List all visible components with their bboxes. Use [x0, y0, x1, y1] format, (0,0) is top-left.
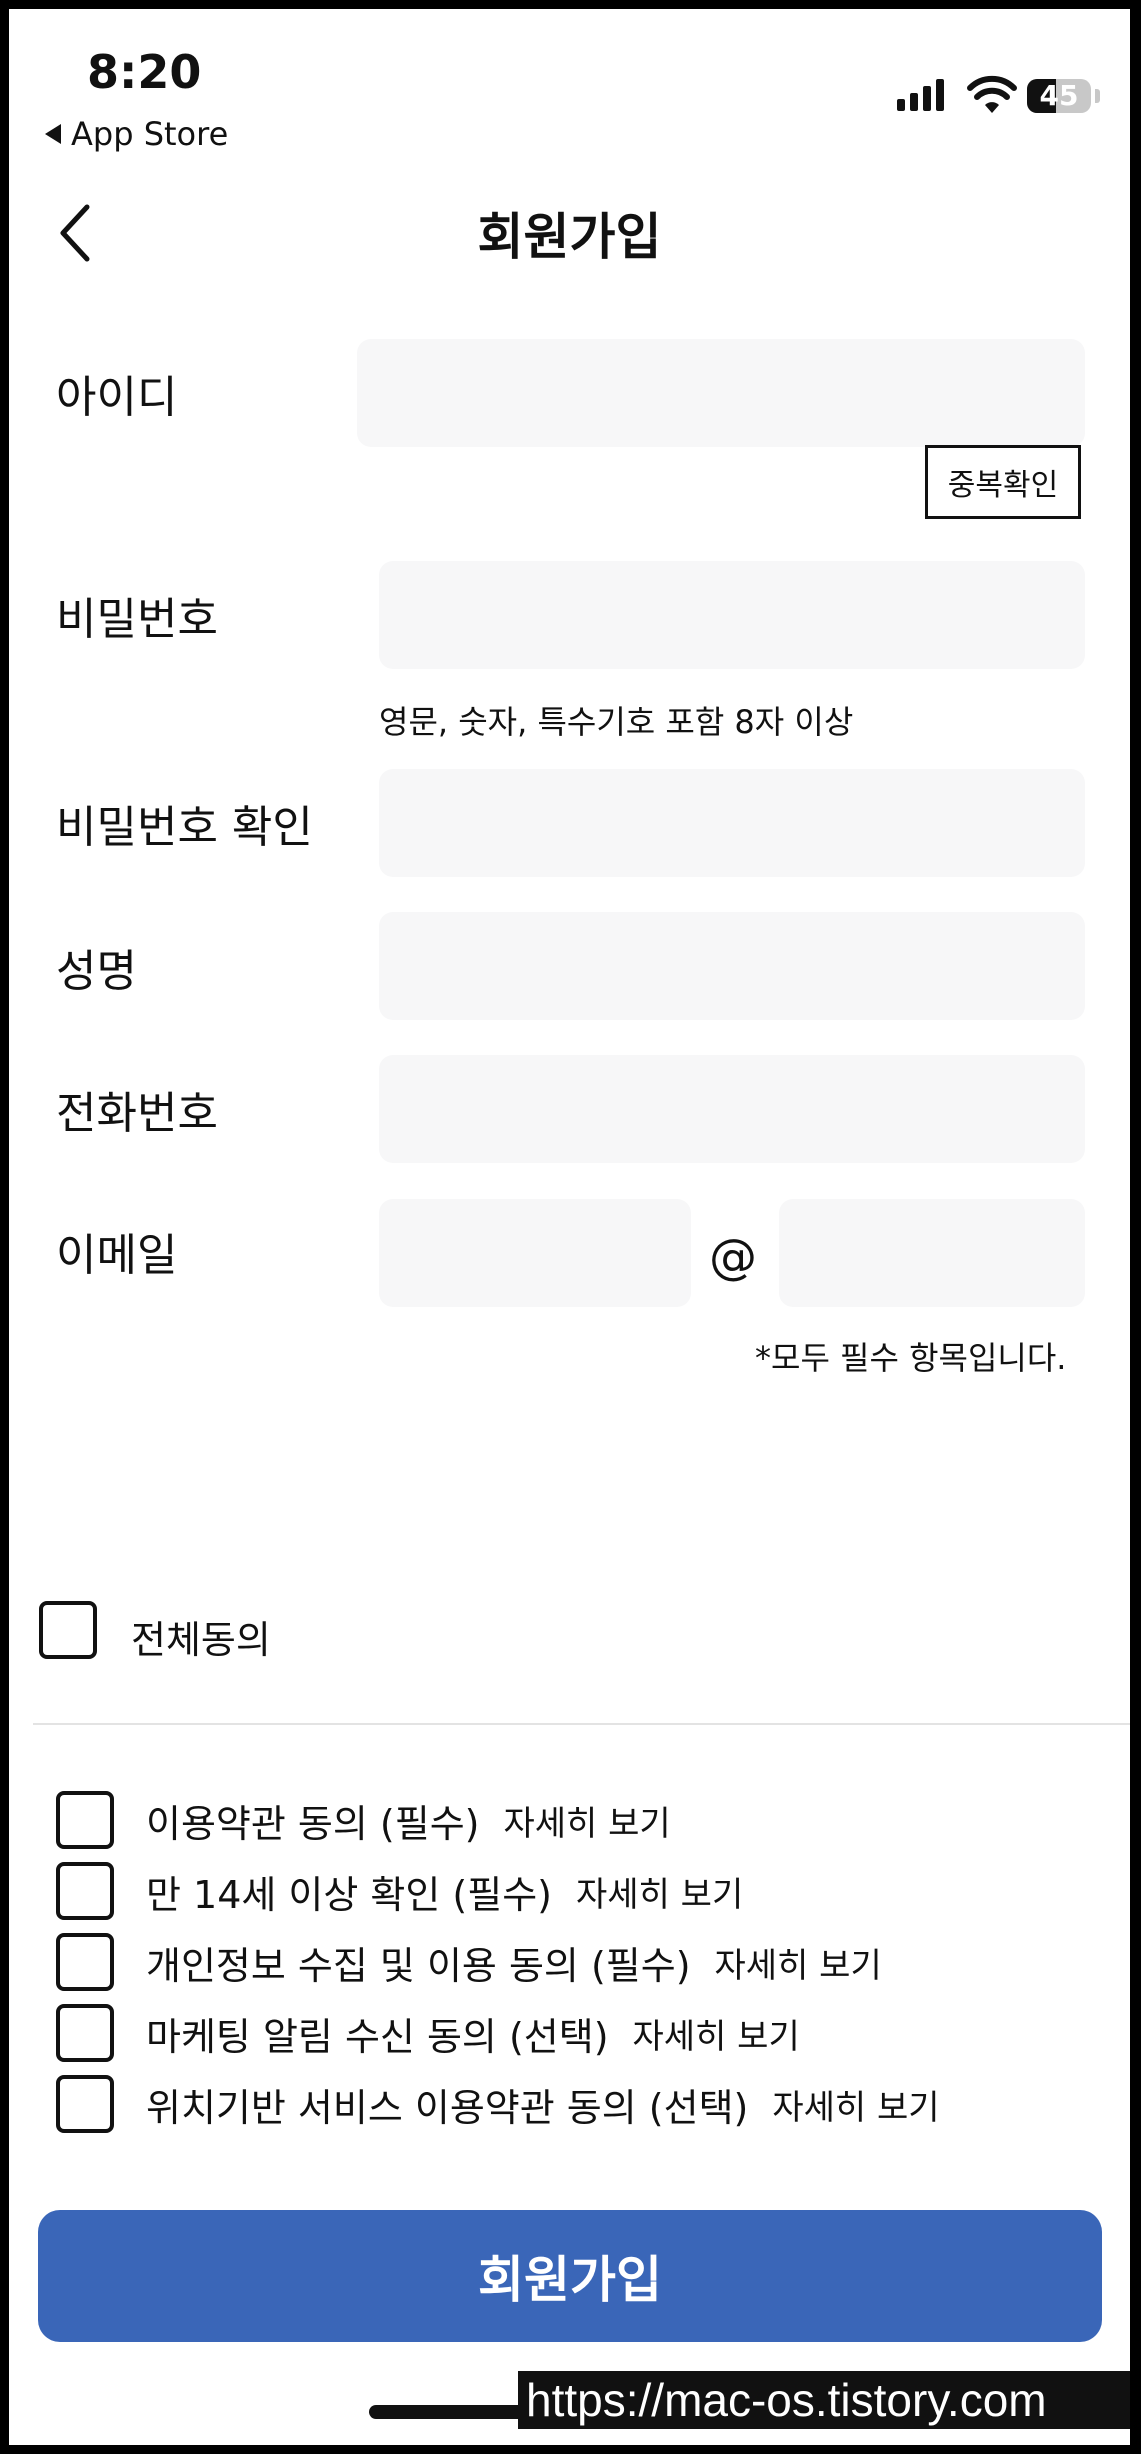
battery-icon: 45 [1027, 79, 1091, 113]
email-label: 이메일 [56, 1230, 178, 1281]
agreement-checkbox[interactable] [56, 2075, 114, 2133]
view-details-link[interactable]: 자세히 보기 [504, 1796, 671, 1845]
status-time: 8:20 [87, 45, 202, 99]
duplicate-check-button[interactable]: 중복확인 [925, 445, 1081, 519]
agreement-checkbox[interactable] [56, 1933, 114, 1991]
phone-input[interactable] [379, 1055, 1085, 1163]
agree-all-checkbox[interactable] [39, 1601, 97, 1659]
view-details-link[interactable]: 자세히 보기 [715, 1938, 882, 1987]
view-details-link[interactable]: 자세히 보기 [576, 1867, 743, 1916]
agreement-item[interactable]: 위치기반 서비스 이용약관 동의 (선택) 자세히 보기 [56, 2074, 940, 2134]
agreement-item[interactable]: 만 14세 이상 확인 (필수) 자세히 보기 [56, 1861, 743, 1921]
battery-tip [1095, 89, 1100, 103]
agreement-item[interactable]: 개인정보 수집 및 이용 동의 (필수) 자세히 보기 [56, 1932, 882, 1992]
name-input[interactable] [379, 912, 1085, 1020]
cellular-signal-icon [897, 79, 944, 111]
signup-submit-button[interactable]: 회원가입 [38, 2210, 1102, 2342]
agreement-label: 이용약관 동의 (필수) [146, 1801, 480, 1846]
password-confirm-label: 비밀번호 확인 [56, 802, 313, 853]
email-domain-input[interactable] [779, 1199, 1085, 1307]
agreement-label: 개인정보 수집 및 이용 동의 (필수) [146, 1943, 691, 1988]
email-at-sign: @ [709, 1229, 757, 1285]
view-details-link[interactable]: 자세히 보기 [772, 2080, 939, 2129]
password-input[interactable] [379, 561, 1085, 669]
email-local-input[interactable] [379, 1199, 691, 1307]
battery-level: 45 [1039, 79, 1079, 112]
page-title: 회원가입 [477, 208, 662, 266]
agreement-checkbox[interactable] [56, 1791, 114, 1849]
id-label: 아이디 [56, 372, 178, 423]
agreement-label: 마케팅 알림 수신 동의 (선택) [146, 2014, 609, 2059]
back-app-label: App Store [71, 115, 229, 153]
watermark: https://mac-os.tistory.com [518, 2371, 1130, 2429]
password-confirm-input[interactable] [379, 769, 1085, 877]
password-label: 비밀번호 [56, 594, 218, 645]
password-hint: 영문, 숫자, 특수기호 포함 8자 이상 [379, 703, 854, 741]
agreement-label: 위치기반 서비스 이용약관 동의 (선택) [146, 2085, 749, 2130]
signup-screen: 8:20 App Store 45 회원가입 아이디 중복확인 비밀번호 영문,… [9, 9, 1130, 2445]
phone-label: 전화번호 [56, 1088, 218, 1139]
agreement-item[interactable]: 이용약관 동의 (필수) 자세히 보기 [56, 1790, 671, 1850]
id-input[interactable] [357, 339, 1085, 447]
wifi-icon [967, 75, 1017, 113]
agreement-checkbox[interactable] [56, 2004, 114, 2062]
agreement-checkbox[interactable] [56, 1862, 114, 1920]
view-details-link[interactable]: 자세히 보기 [633, 2009, 800, 2058]
agree-all-label: 전체동의 [131, 1618, 271, 1662]
agreement-item[interactable]: 마케팅 알림 수신 동의 (선택) 자세히 보기 [56, 2003, 800, 2063]
back-triangle-icon [45, 124, 61, 144]
agreement-label: 만 14세 이상 확인 (필수) [146, 1872, 553, 1917]
back-to-app-store[interactable]: App Store [45, 115, 228, 153]
required-note: *모두 필수 항목입니다. [755, 1339, 1067, 1377]
name-label: 성명 [56, 946, 137, 997]
divider [33, 1723, 1130, 1725]
